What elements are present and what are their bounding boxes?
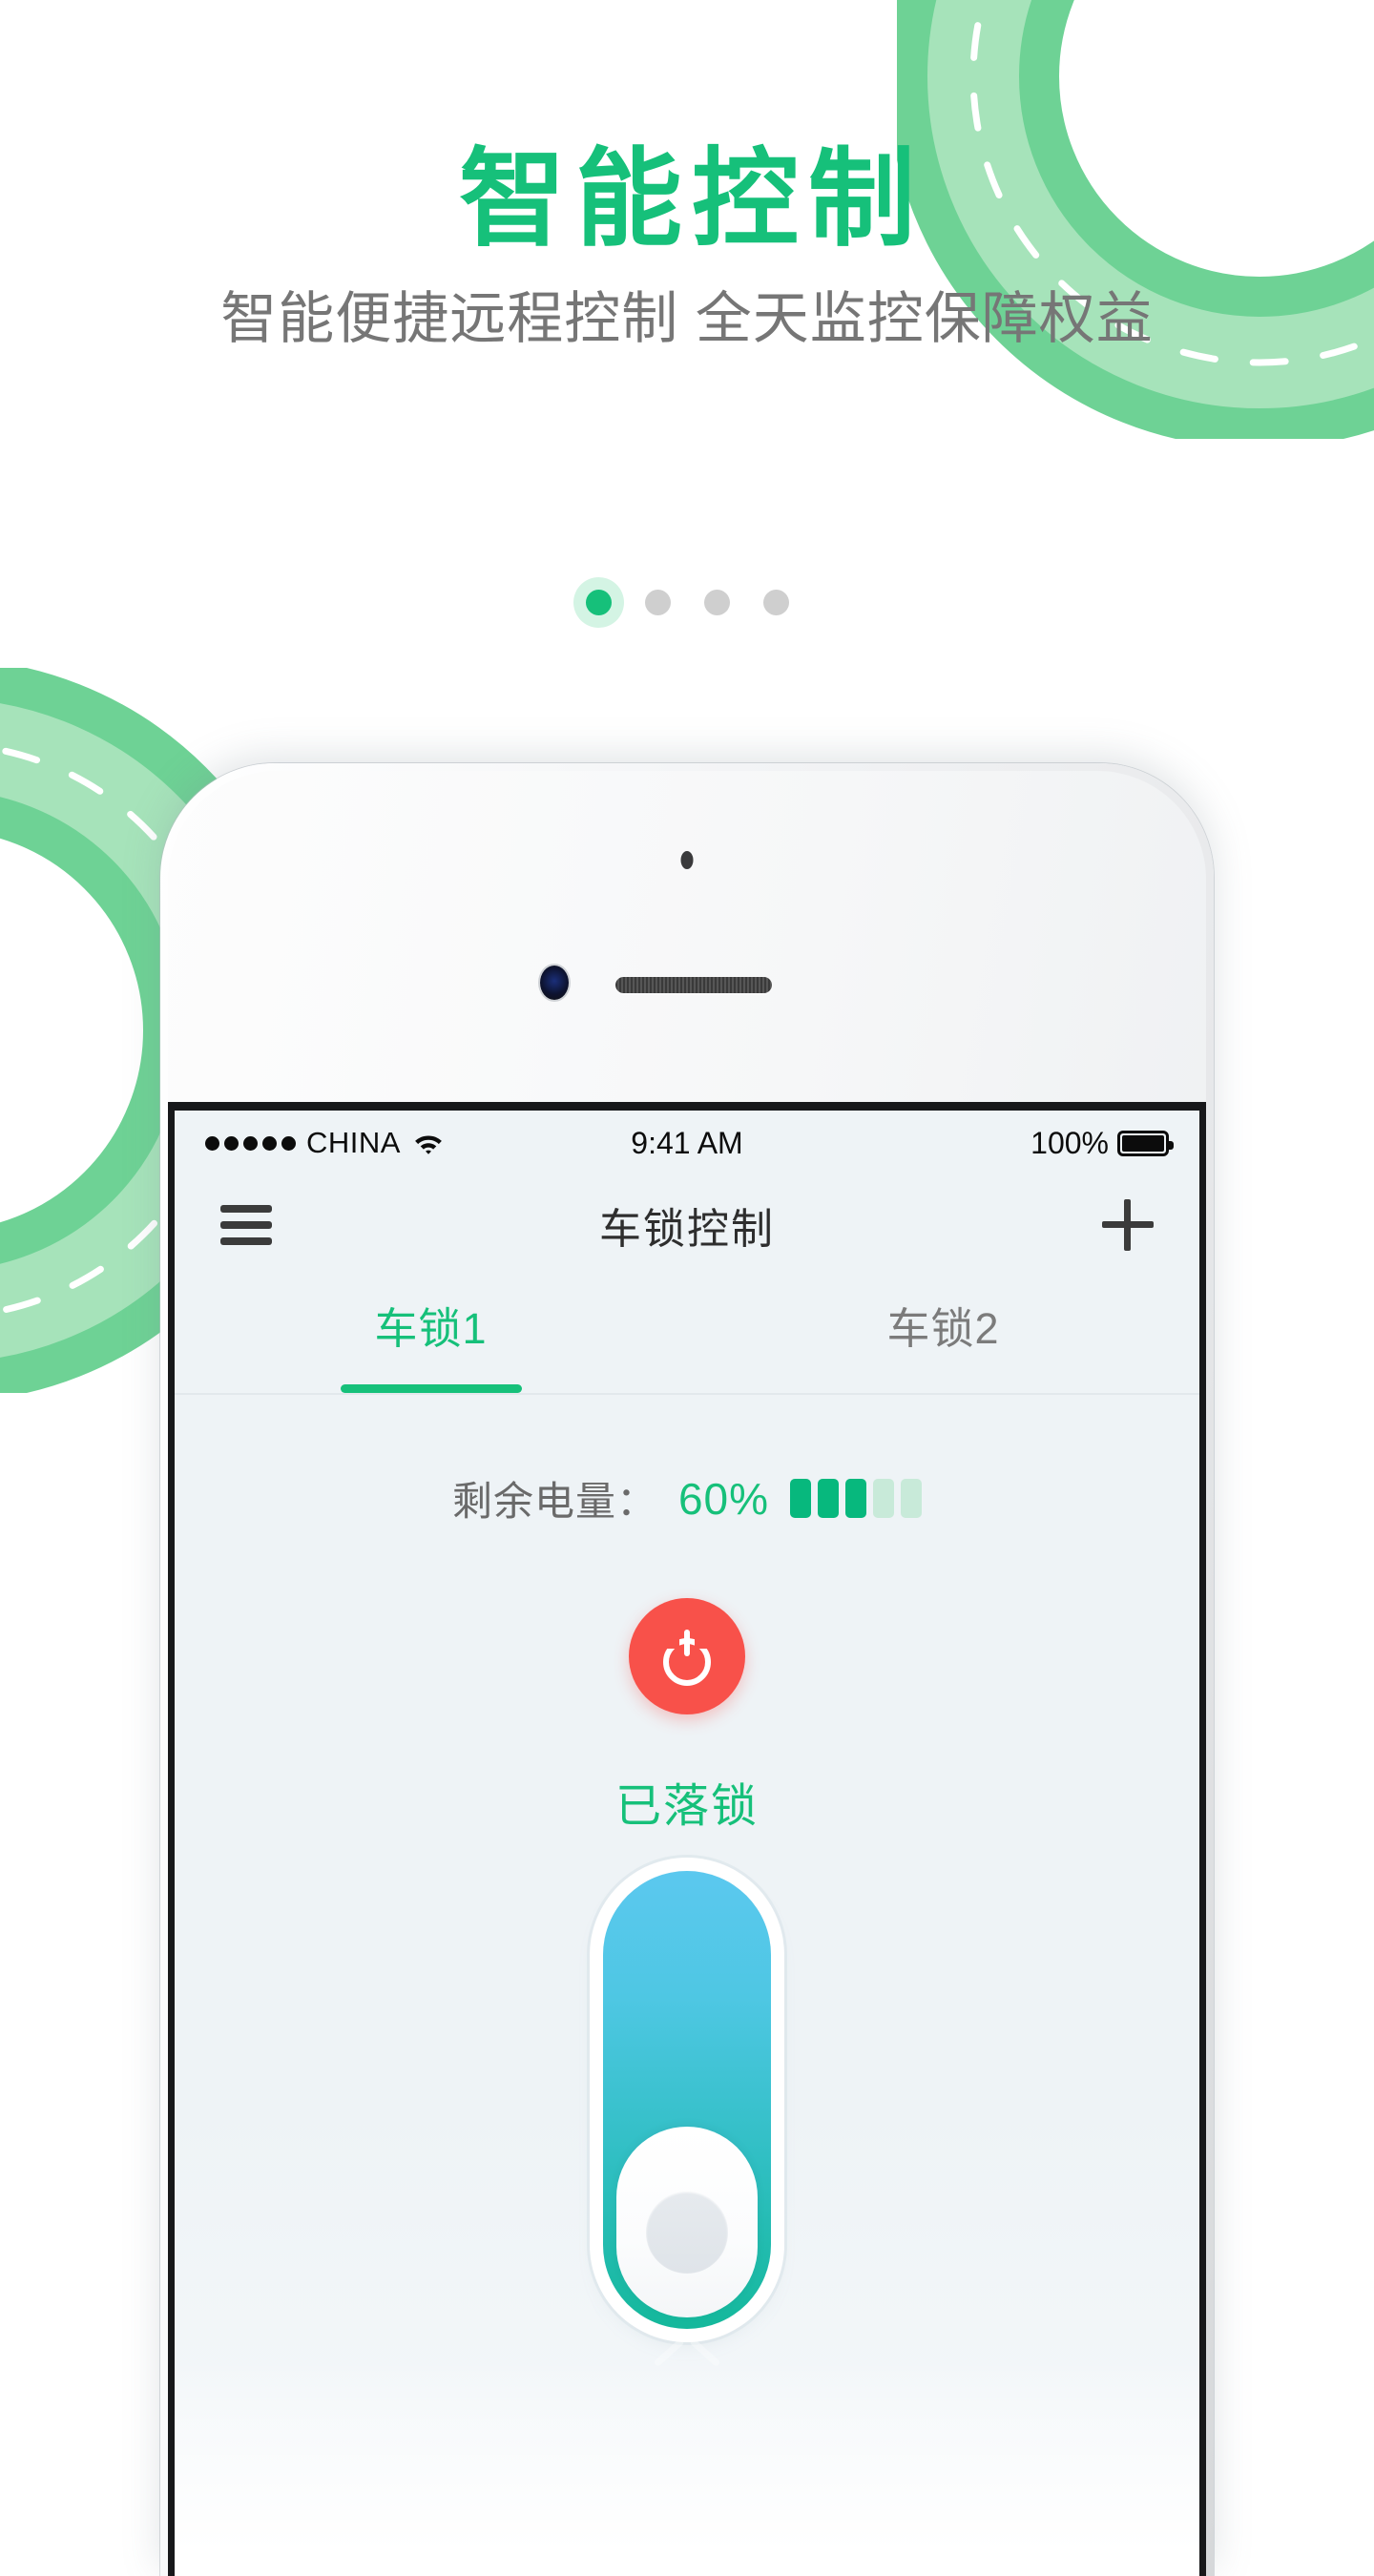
unlock-slider-knob[interactable] (616, 2127, 758, 2317)
slider-knob-core-icon (646, 2192, 728, 2274)
battery-percent-label: 100% (1030, 1125, 1109, 1160)
hamburger-menu-icon[interactable] (220, 1205, 272, 1245)
lock-control-panel: 剩余电量： 60% 已落锁 (175, 1395, 1199, 2576)
app-viewport: CHINA 9:41 AM 100% 车锁控制 车锁1 车锁2 剩余电量： 60… (175, 1111, 1199, 2576)
pager-dot-4[interactable] (762, 590, 789, 615)
status-bar: CHINA 9:41 AM 100% (175, 1111, 1199, 1175)
tab-lock-2[interactable]: 车锁2 (687, 1275, 1199, 1393)
chevron-up-icon (657, 2356, 717, 2388)
pager-dot-2[interactable] (644, 590, 671, 615)
plus-icon[interactable] (1102, 1199, 1154, 1251)
battery-level-bars-icon (790, 1479, 923, 1518)
page-subtitle: 智能便捷远程控制 全天监控保障权益 (220, 287, 1154, 351)
status-bar-left: CHINA (205, 1126, 631, 1160)
remaining-battery-label: 剩余电量： (451, 1479, 657, 1524)
pager-dot-1[interactable] (585, 590, 612, 615)
tab-inactive-indicator (853, 1384, 1034, 1393)
lock-status-text: 已落锁 (614, 1781, 759, 1832)
battery-full-icon (1117, 1130, 1174, 1156)
tab-lock-1-label: 车锁1 (374, 1304, 488, 1353)
carrier-label: CHINA (306, 1126, 401, 1159)
remaining-battery-value: 60% (677, 1473, 770, 1524)
screen-bottom-fade (175, 2358, 1199, 2576)
signal-strength-icon (205, 1135, 296, 1151)
remaining-battery-row: 剩余电量： 60% (175, 1395, 1199, 1527)
front-camera-icon (540, 966, 569, 1000)
nav-right-slot (1049, 1199, 1154, 1251)
page-title: 智能控制 (459, 139, 925, 259)
wifi-icon (415, 1135, 442, 1154)
carousel-pagination[interactable] (0, 590, 1374, 615)
app-title: 车锁控制 (599, 1206, 775, 1253)
phone-screen: CHINA 9:41 AM 100% 车锁控制 车锁1 车锁2 剩余电量： 60… (168, 1102, 1206, 2576)
earpiece-speaker-icon (615, 977, 772, 993)
pager-dot-3[interactable] (703, 590, 730, 615)
tab-active-indicator (340, 1384, 522, 1393)
tab-lock-2-label: 车锁2 (886, 1304, 1000, 1353)
tab-lock-1[interactable]: 车锁1 (175, 1275, 687, 1393)
status-bar-right: 100% (743, 1125, 1174, 1161)
hero-text-block: 智能控制 智能便捷远程控制 全天监控保障权益 (0, 0, 1374, 353)
app-nav-bar: 车锁控制 (175, 1175, 1199, 1275)
phone-mockup: CHINA 9:41 AM 100% 车锁控制 车锁1 车锁2 剩余电量： 60… (160, 763, 1214, 2576)
nav-left-slot (220, 1205, 325, 1245)
tab-bar: 车锁1 车锁2 (175, 1275, 1199, 1395)
status-bar-time: 9:41 AM (631, 1125, 743, 1160)
power-button[interactable] (629, 1598, 745, 1714)
power-icon (660, 1630, 714, 1683)
unlock-slider-track[interactable] (603, 1871, 771, 2329)
unlock-slider[interactable] (603, 1871, 771, 2388)
proximity-sensor-icon (680, 851, 694, 869)
